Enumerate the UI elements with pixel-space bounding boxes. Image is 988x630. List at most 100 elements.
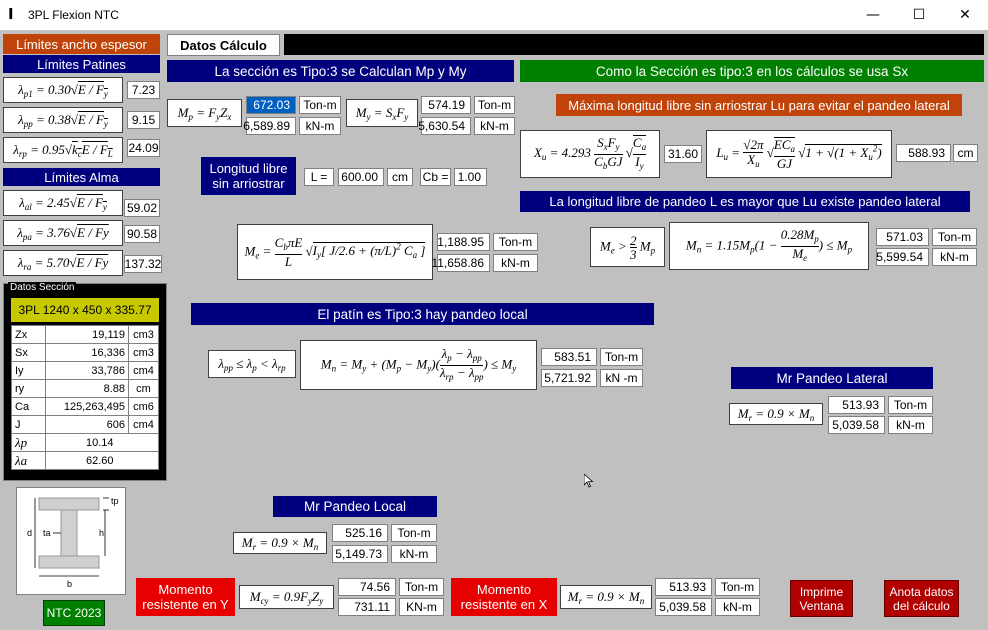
mp-ton-input[interactable]: 672.03 (246, 96, 296, 114)
mcy-kn-unit: KN-m (399, 598, 444, 616)
mcy-ton-value: 74.56 (338, 578, 396, 596)
lu-header: Máxima longitud libre sin arriostrar Lu … (556, 94, 962, 116)
mp-ton-unit: Ton-m (299, 96, 341, 114)
table-row: Iy 33,786 cm4 (11, 361, 159, 380)
lambda-pa-value: 90.58 (124, 225, 160, 243)
title-bar: I 3PL Flexion NTC — ☐ ✕ (0, 0, 988, 30)
mrx-kn-unit: kN-m (715, 598, 760, 616)
lambda-p1-formula: λp1 = 0.30√E / Fy (3, 77, 123, 103)
me-kn-unit: kN-m (493, 254, 538, 272)
message-bar (284, 34, 984, 55)
mr-lat-ton-value: 513.93 (828, 396, 885, 414)
mr-loc-ton-unit: Ton-m (391, 524, 437, 542)
mn-loc-ton-unit: Ton-m (600, 348, 643, 366)
lu-unit: cm (953, 144, 978, 162)
lambda-al-value: 59.02 (124, 199, 160, 217)
patin-msg: El patín es Tipo:3 hay pandeo local (191, 303, 654, 325)
l-input[interactable]: 600.00 (338, 168, 384, 186)
section-panel-label: Datos Sección (8, 282, 77, 293)
close-button[interactable]: ✕ (942, 0, 988, 30)
mr-local-formula: Mr = 0.9 × Mn (233, 532, 327, 554)
momento-y-button[interactable]: Momento resistente en Y (136, 578, 235, 616)
lambda-condition: λpp ≤ λp < λrp (208, 350, 296, 378)
i-beam-icon: tp d ta h b (27, 496, 119, 589)
mn-local-formula: Mn = My + (Mp − My)(λp − λpp λrp − λpp) ≤… (300, 340, 537, 390)
pandeo-lateral-msg: La longitud libre de pandeo L es mayor q… (520, 191, 970, 212)
lambda-rp-value: 24.09 (127, 139, 160, 157)
mp-formula: Mp = FyZx (167, 99, 242, 127)
mrx-kn-value: 5,039.58 (655, 598, 712, 616)
mr-lateral-formula: Mr = 0.9 × Mn (729, 403, 823, 425)
b-label: b (67, 579, 72, 589)
mr-loc-kn-value: 5,149.73 (332, 545, 388, 563)
h-label: h (99, 528, 104, 538)
mp-kn-unit: kN-m (299, 117, 341, 135)
momento-x-button[interactable]: Momento resistente en X (451, 578, 557, 616)
mn-lat-ton-unit: Ton-m (932, 228, 977, 246)
maximize-button[interactable]: ☐ (896, 0, 942, 30)
table-row: Sx 16,336 cm3 (11, 343, 159, 362)
xu-value: 31.60 (664, 145, 702, 163)
mn-lat-ton-value: 571.03 (876, 228, 929, 246)
me-ton-unit: Ton-m (493, 233, 538, 251)
mr-lat-kn-value: 5,039.58 (828, 416, 885, 434)
mr-loc-kn-unit: kN-m (391, 545, 437, 563)
table-row: J 606 cm4 (11, 415, 159, 434)
lambda-rp-formula: λrp = 0.95√kcE / FL (3, 137, 123, 163)
mn-lateral-formula: Mn = 1.15Mp(1 − 0.28Mp Me) ≤ Mp (669, 222, 869, 270)
window-title: 3PL Flexion NTC (28, 8, 119, 22)
section-diagram: tp d ta h b (16, 487, 126, 595)
lu-formula: Lu = √2π Xu √ ECa GJ √1 + √(1 + Xu2) (706, 130, 892, 178)
ntc-button[interactable]: NTC 2023 (43, 600, 105, 626)
lambda-ra-formula: λra = 5.70√E / Fy (3, 250, 123, 276)
mn-lat-kn-unit: kN-m (932, 248, 977, 266)
mouse-cursor-icon (584, 474, 594, 488)
lambda-al-formula: λal = 2.45√E / Fy (3, 190, 123, 216)
me-formula: Me = CbπE L √Iy[ J/2.6 + (π/L)2 Ca ] (237, 224, 433, 280)
mr-local-header: Mr Pandeo Local (273, 496, 437, 517)
cb-label: Cb = (420, 168, 451, 186)
mn-loc-ton-value: 583.51 (541, 348, 597, 366)
note-data-button[interactable]: Anota datos del cálculo (884, 580, 959, 617)
table-row: Zx 19,119 cm3 (11, 325, 159, 344)
mr-lateral-header: Mr Pandeo Lateral (731, 367, 933, 389)
my-kn-unit: kN-m (474, 117, 515, 135)
my-ton-unit: Ton-m (474, 96, 515, 114)
limits-header[interactable]: Límites ancho espesor (3, 34, 160, 54)
tab-datos-calculo[interactable]: Datos Cálculo (167, 34, 280, 56)
mp-kn-value: 6,589.89 (243, 117, 296, 135)
mn-loc-kn-unit: kN -m (600, 369, 643, 387)
tp-label: tp (111, 496, 119, 506)
lambda-pp-formula: λpp = 0.38√E / Fy (3, 107, 123, 133)
sx-banner: Como la Sección es tipo:3 en los cálculo… (520, 60, 984, 82)
lu-value: 588.93 (896, 144, 951, 162)
mcy-ton-unit: Ton-m (399, 578, 444, 596)
lambda-pp-value: 9.15 (127, 111, 160, 129)
longitud-libre-label: Longitud libre sin arriostrar (201, 157, 296, 195)
alma-header: Límites Alma (3, 168, 160, 186)
me-kn-value: 11,658.86 (432, 254, 490, 272)
print-window-button[interactable]: Imprime Ventana (790, 580, 853, 617)
section-type-banner: La sección es Tipo:3 se Calculan Mp y My (167, 60, 514, 82)
section-name: 3PL 1240 x 450 x 335.77 (11, 298, 159, 322)
mrx-ton-value: 513.93 (655, 578, 712, 596)
d-label: d (27, 528, 32, 538)
mcy-kn-value: 731.11 (338, 598, 396, 616)
table-row: Ca 125,263,495 cm6 (11, 397, 159, 416)
minimize-button[interactable]: — (850, 0, 896, 30)
mr-lat-ton-unit: Ton-m (888, 396, 933, 414)
me-ton-value: 1,188.95 (437, 233, 490, 251)
section-props-table: Zx 19,119 cm3 Sx 16,336 cm3 Iy 33,786 cm4 ry 8.… (11, 325, 159, 470)
mn-lat-kn-value: 5,599.54 (876, 248, 929, 266)
mrx-ton-unit: Ton-m (715, 578, 760, 596)
table-row: λa 62.60 (11, 451, 159, 470)
cb-input[interactable]: 1.00 (454, 168, 487, 186)
table-row: λp 10.14 (11, 433, 159, 452)
xu-formula: Xu = 4.293 SxFy CbGJ √ Ca Iy (520, 130, 660, 178)
lambda-p1-value: 7.23 (127, 81, 160, 99)
table-row: ry 8.88 cm (11, 379, 159, 398)
l-unit: cm (387, 168, 413, 186)
my-ton-value: 574.19 (421, 96, 471, 114)
ta-label: ta (43, 528, 51, 538)
patines-header: Límites Patines (3, 55, 160, 73)
